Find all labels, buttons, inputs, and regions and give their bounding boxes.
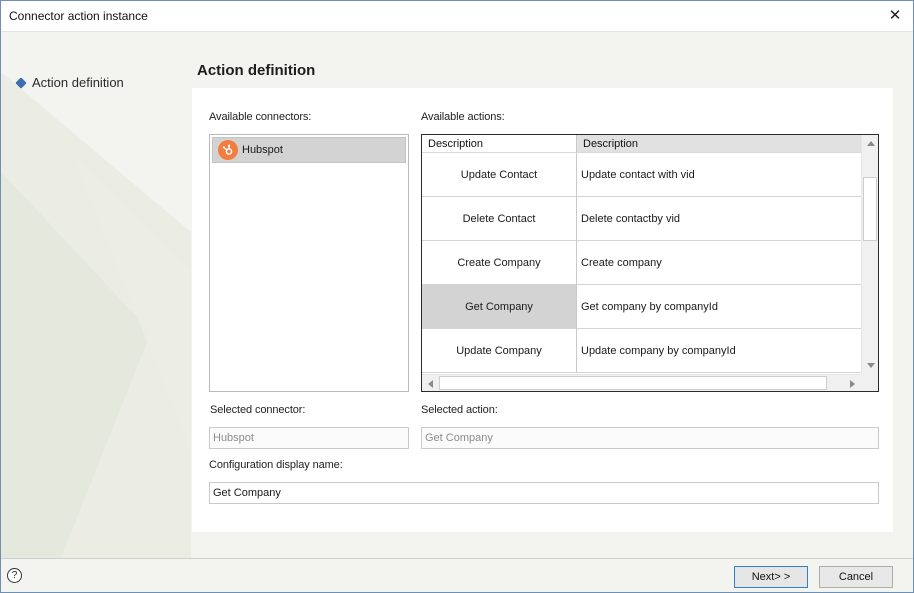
step-bullet-icon: [15, 76, 27, 89]
action-description-cell: Get company by companyId: [577, 285, 861, 329]
grid-rows: Update Contact Update contact with vid D…: [422, 153, 861, 373]
vertical-scrollbar[interactable]: [861, 135, 878, 374]
vertical-scroll-thumb[interactable]: [863, 177, 877, 241]
close-button[interactable]: ✕: [883, 5, 907, 27]
scroll-up-icon[interactable]: [862, 135, 878, 152]
next-button[interactable]: Next> >: [734, 566, 808, 588]
horizontal-scroll-thumb[interactable]: [439, 376, 827, 390]
connector-name: Hubspot: [242, 144, 283, 156]
scrollbar-corner: [861, 374, 878, 391]
page-title: Action definition: [197, 62, 316, 79]
action-name-cell: Delete Contact: [422, 197, 577, 241]
config-display-name-input[interactable]: Get Company: [209, 482, 879, 504]
hubspot-logo-icon: [218, 140, 238, 160]
decorative-background: [1, 72, 191, 558]
scroll-down-icon[interactable]: [862, 357, 878, 374]
action-description-cell: Update contact with vid: [577, 153, 861, 197]
available-connectors-label: Available connectors:: [209, 111, 312, 123]
available-actions-label: Available actions:: [421, 111, 505, 123]
cancel-button[interactable]: Cancel: [819, 566, 893, 588]
column-header-name[interactable]: Description: [422, 135, 577, 153]
selected-action-field: Get Company: [421, 427, 879, 449]
actions-grid[interactable]: Description Description Update Contact U…: [421, 134, 879, 392]
dialog-window: Connector action instance ✕ Action defin…: [0, 0, 914, 593]
action-name-cell: Create Company: [422, 241, 577, 285]
table-row[interactable]: Update Contact Update contact with vid: [422, 153, 861, 197]
action-description-cell: Delete contactby vid: [577, 197, 861, 241]
action-name-cell: Get Company: [422, 285, 577, 329]
action-name-cell: Update Company: [422, 329, 577, 373]
window-title: Connector action instance: [9, 9, 148, 23]
grid-header: Description Description: [422, 135, 862, 153]
selected-connector-field: Hubspot: [209, 427, 409, 449]
config-display-name-label: Configuration display name:: [209, 459, 343, 471]
scroll-right-icon[interactable]: [844, 375, 861, 391]
table-row[interactable]: Update Company Update company by company…: [422, 329, 861, 373]
action-description-cell: Update company by companyId: [577, 329, 861, 373]
column-header-description[interactable]: Description: [577, 135, 862, 153]
table-row[interactable]: Create Company Create company: [422, 241, 861, 285]
wizard-steps-pane: Action definition: [1, 32, 191, 558]
help-icon[interactable]: ?: [7, 568, 22, 583]
action-description-cell: Create company: [577, 241, 861, 285]
selected-action-label: Selected action:: [421, 404, 498, 416]
horizontal-scrollbar[interactable]: [422, 374, 861, 391]
connectors-list[interactable]: Hubspot: [209, 134, 409, 392]
table-row-selected[interactable]: Get Company Get company by companyId: [422, 285, 861, 329]
step-label: Action definition: [32, 75, 124, 90]
step-action-definition[interactable]: Action definition: [15, 75, 124, 90]
connector-item-hubspot[interactable]: Hubspot: [212, 137, 406, 163]
title-bar: Connector action instance ✕: [1, 1, 913, 32]
action-name-cell: Update Contact: [422, 153, 577, 197]
selected-connector-label: Selected connector:: [210, 404, 306, 416]
footer-bar: ? Next> > Cancel: [1, 558, 913, 592]
table-row[interactable]: Delete Contact Delete contactby vid: [422, 197, 861, 241]
scroll-left-icon[interactable]: [422, 375, 439, 391]
